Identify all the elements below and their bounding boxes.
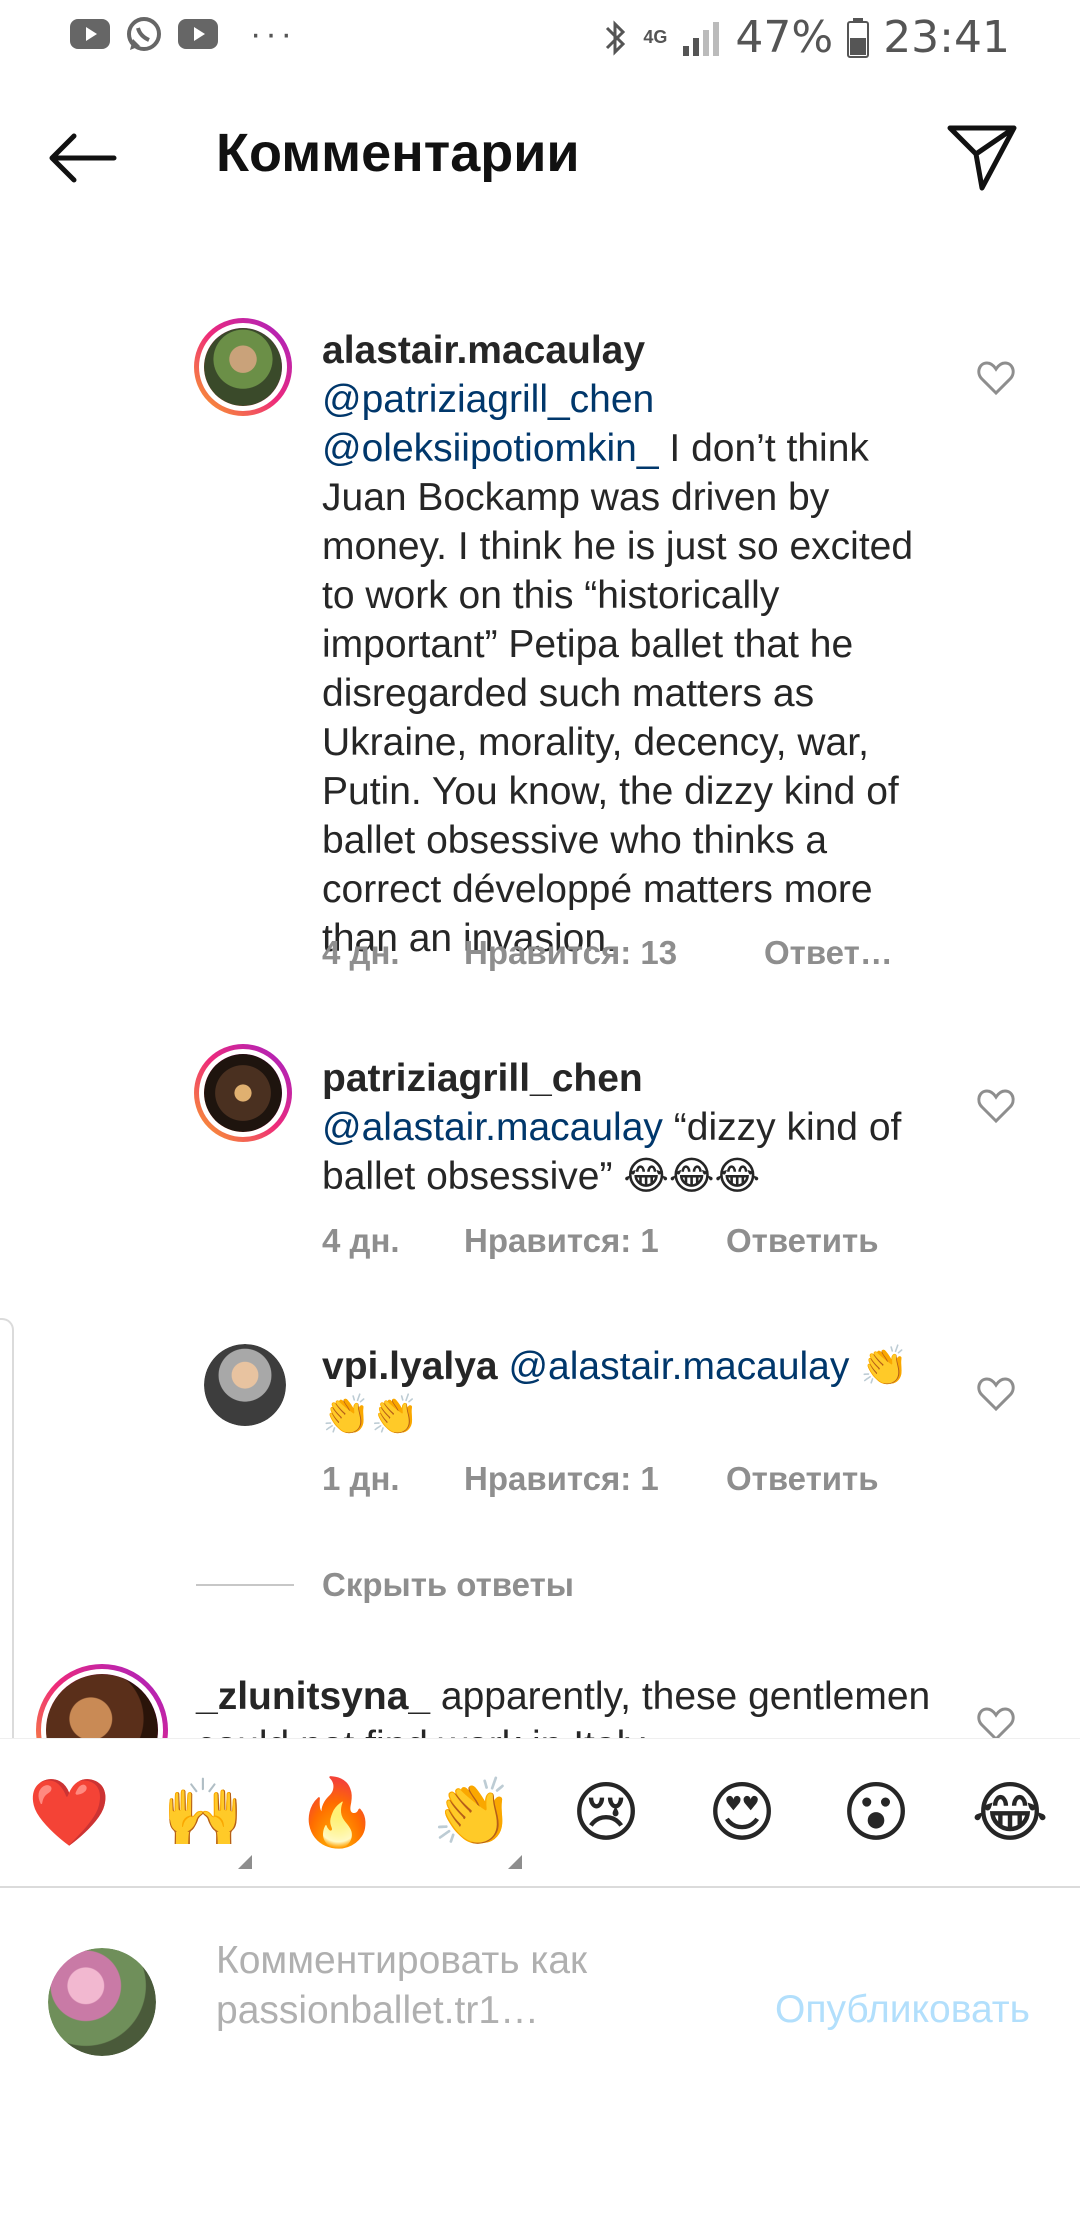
emoji-heart-eyes-button[interactable]: 😍 xyxy=(702,1773,782,1853)
publish-button[interactable]: Опубликовать xyxy=(775,1988,1030,2032)
variant-indicator-icon xyxy=(238,1855,252,1869)
reply-button[interactable]: Ответ… xyxy=(764,934,893,972)
comment-text: _zlunitsyna_ apparently, these gentlemen… xyxy=(196,1672,956,1738)
emoji-quick-bar: ❤️ 🙌 🔥 👏 😢 😍 😮 😂 xyxy=(0,1738,1080,1886)
comment-username[interactable]: vpi.lyalya xyxy=(322,1345,498,1388)
network-type: 4G xyxy=(643,27,668,47)
comment-mentions[interactable]: @patriziagrill_chen @oleksiipotiomkin_ xyxy=(322,378,659,470)
likes-count[interactable]: Нравится: 1 xyxy=(464,1222,726,1260)
signal-icon xyxy=(683,21,720,56)
page-title: Комментарии xyxy=(216,123,580,183)
avatar[interactable] xyxy=(194,318,292,416)
avatar[interactable] xyxy=(194,1044,292,1142)
emoji-surprised-button[interactable]: 😮 xyxy=(836,1773,916,1853)
youtube-icon xyxy=(70,14,110,54)
avatar[interactable] xyxy=(36,1664,168,1738)
comments-list[interactable]: alastair.macaulay @patriziagrill_chen @o… xyxy=(0,212,1080,1738)
comment-meta: 1 дн. Нравится: 1 Ответить xyxy=(322,1460,879,1498)
comment-meta: 4 дн. Нравится: 1 Ответить xyxy=(322,1222,879,1260)
hide-replies-label: Скрыть ответы xyxy=(322,1566,574,1603)
comment-body: I don’t think Juan Bockamp was driven by… xyxy=(322,427,914,960)
header: Комментарии xyxy=(0,100,1080,212)
status-bar: ··· 4G 47% 23:41 xyxy=(0,0,1080,74)
variant-indicator-icon xyxy=(508,1855,522,1869)
comment-input[interactable]: Комментировать как passionballet.tr1… xyxy=(216,1936,736,2036)
paper-plane-icon xyxy=(947,125,1017,191)
heart-icon[interactable] xyxy=(976,360,1016,396)
emoji-raised-hands-button[interactable]: 🙌 xyxy=(162,1773,244,1853)
heart-icon[interactable] xyxy=(976,1088,1016,1124)
my-avatar xyxy=(48,1948,156,2056)
more-notifications-icon: ··· xyxy=(250,15,296,53)
heart-icon[interactable] xyxy=(976,1706,1016,1738)
comment-mentions[interactable]: @alastair.macaulay xyxy=(322,1106,663,1149)
emoji-heart-button[interactable]: ❤️ xyxy=(28,1773,110,1853)
comment-text: alastair.macaulay @patriziagrill_chen @o… xyxy=(322,326,944,963)
emoji-fire-button[interactable]: 🔥 xyxy=(296,1773,378,1853)
hide-replies-button[interactable]: Скрыть ответы xyxy=(196,1566,574,1604)
youtube-icon xyxy=(178,14,218,54)
comment-text: vpi.lyalya @alastair.macaulay 👏👏👏 xyxy=(322,1342,944,1440)
arrow-left-icon xyxy=(49,133,117,183)
comment-username[interactable]: alastair.macaulay xyxy=(322,329,645,372)
clock: 23:41 xyxy=(883,12,1010,63)
reply-button[interactable]: Ответить xyxy=(726,1222,879,1260)
emoji-crying-button[interactable]: 😢 xyxy=(566,1773,646,1853)
battery-percent: 47% xyxy=(735,12,834,63)
comment-time: 1 дн. xyxy=(322,1460,400,1497)
comment-composer: Комментировать как passionballet.tr1… Оп… xyxy=(0,1888,1080,2220)
comment-mentions[interactable]: @alastair.macaulay xyxy=(508,1345,849,1388)
comment-meta: 4 дн. Нравится: 13 Ответ… xyxy=(322,934,893,972)
avatar[interactable] xyxy=(204,1344,286,1426)
comment-time: 4 дн. xyxy=(322,1222,400,1259)
share-button[interactable] xyxy=(944,118,1020,194)
system-icons: 4G 47% 23:41 xyxy=(603,12,1010,63)
likes-count[interactable]: Нравится: 13 xyxy=(464,934,746,972)
comment-text: patriziagrill_chen @alastair.macaulay “d… xyxy=(322,1054,944,1201)
back-button[interactable] xyxy=(44,130,120,186)
comment-username[interactable]: patriziagrill_chen xyxy=(322,1057,643,1100)
notification-icons: ··· xyxy=(70,14,296,54)
bluetooth-icon xyxy=(606,19,626,56)
battery-icon xyxy=(847,17,870,58)
comment-time: 4 дн. xyxy=(322,934,400,971)
reply-button[interactable]: Ответить xyxy=(726,1460,879,1498)
emoji-laughing-button[interactable]: 😂 xyxy=(970,1773,1050,1853)
likes-count[interactable]: Нравится: 1 xyxy=(464,1460,726,1498)
heart-icon[interactable] xyxy=(976,1376,1016,1412)
comment-username[interactable]: _zlunitsyna_ xyxy=(196,1675,430,1718)
whatsapp-icon xyxy=(124,14,164,54)
divider-line xyxy=(196,1584,294,1586)
emoji-clap-button[interactable]: 👏 xyxy=(432,1773,514,1853)
